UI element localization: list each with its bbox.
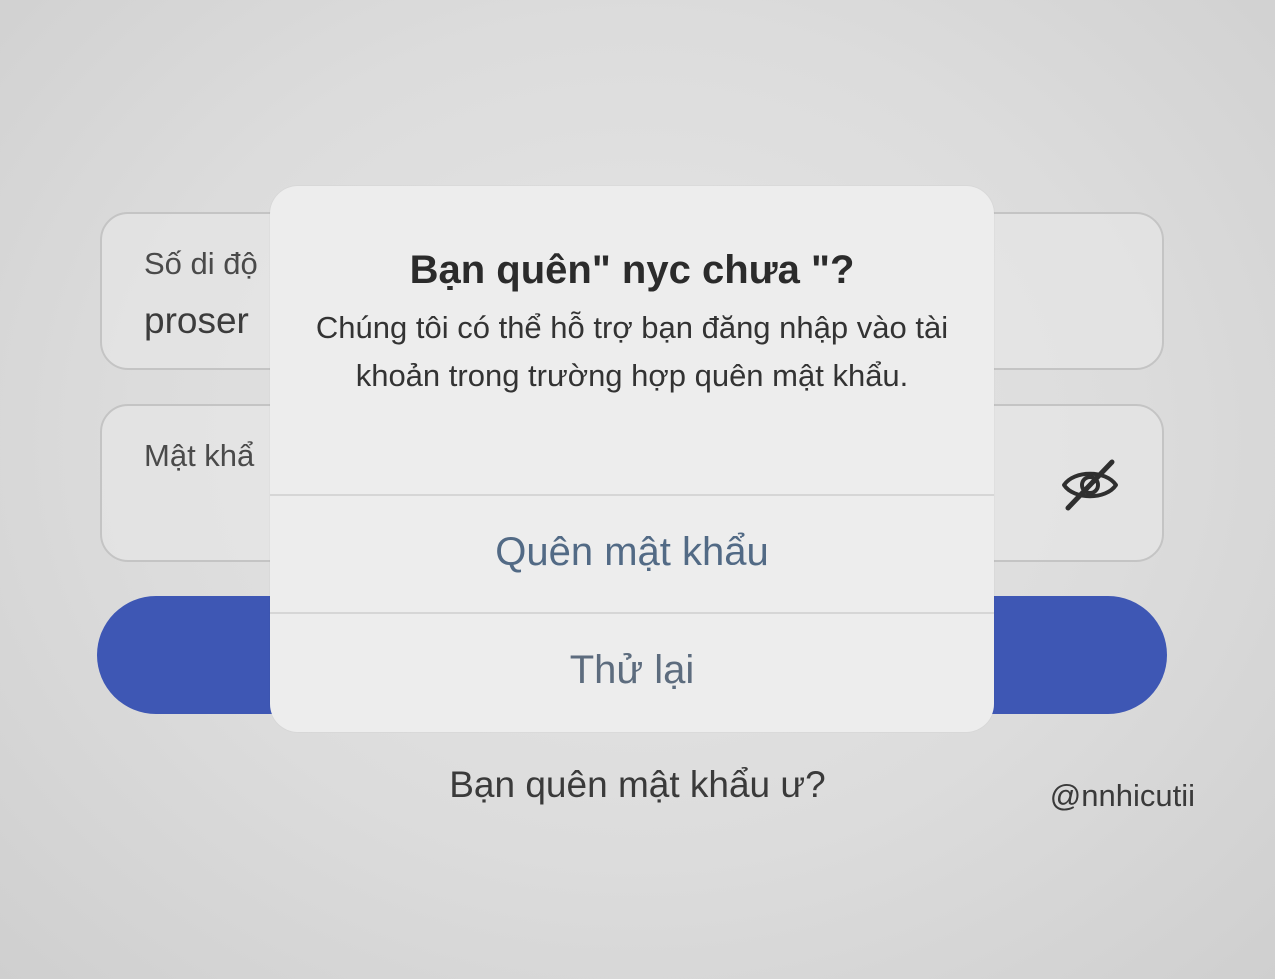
forgot-password-button[interactable]: Quên mật khẩu <box>270 530 994 575</box>
forgot-password-dialog: Bạn quên" nyc chưa "? Chúng tôi có thể h… <box>270 186 994 732</box>
password-field-label: Mật khẩ <box>144 438 255 473</box>
dialog-divider <box>270 494 994 496</box>
eye-slash-icon[interactable] <box>1058 458 1122 512</box>
phone-field-value: proser <box>144 300 249 341</box>
dialog-message: Chúng tôi có thể hỗ trợ bạn đăng nhập và… <box>315 310 949 393</box>
retry-button[interactable]: Thử lại <box>270 648 994 693</box>
dialog-divider <box>270 612 994 614</box>
dialog-title: Bạn quên" nyc chưa "? <box>409 248 855 292</box>
watermark: @nnhicutii <box>1049 778 1195 813</box>
phone-field-label: Số di độ <box>144 246 258 281</box>
